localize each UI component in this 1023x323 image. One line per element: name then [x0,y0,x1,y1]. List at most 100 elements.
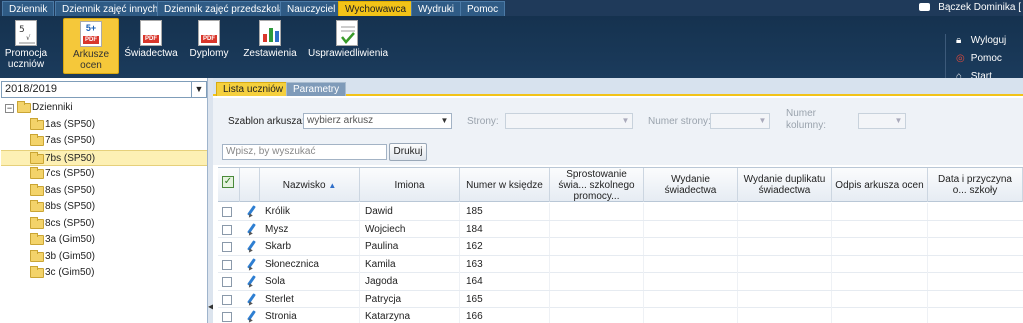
column-number-select[interactable]: ▼ [858,113,906,129]
cell-certificate-issue [644,290,738,308]
folder-icon [30,117,44,130]
cell-book-number: 166 [460,308,550,323]
cell-book-number: 165 [460,290,550,308]
edit-pencil-icon[interactable] [246,240,257,253]
column-number-label-2: kolumny: [786,120,827,131]
user-name[interactable]: Bączek Dominika [ [938,2,1021,13]
row-checkbox[interactable] [222,312,232,322]
folder-icon [30,200,44,212]
school-year-select[interactable]: 2018/2019 ▼ [1,81,207,98]
tree-item[interactable]: 7as (SP50) [1,133,207,150]
top-menu-bar: Dziennik Dziennik zajęć innych Dziennik … [0,0,1023,16]
tree-item[interactable]: 3b (Gim50) [1,249,207,266]
table-row[interactable]: Stronia Katarzyna 166 [218,308,1023,323]
cell-duplicate [738,290,832,308]
table-row[interactable]: Królik Dawid 185 [218,203,1023,221]
search-input[interactable]: Wpisz, by wyszukać [222,144,387,160]
report-icon [259,20,281,46]
menu-tab-pomoc[interactable]: Pomoc [460,1,506,16]
row-checkbox[interactable] [222,294,232,305]
promotion-button[interactable]: 5 √ Promocja uczniów [4,18,48,74]
tree-item[interactable]: 3a (Gim50) [1,232,207,249]
folder-icon [30,151,44,164]
cell-book-number: 184 [460,220,550,238]
tree-item[interactable]: 8as (SP50) [1,183,207,200]
edit-pencil-icon[interactable] [246,293,257,306]
edit-pencil-icon[interactable] [246,258,257,271]
edit-pencil-icon[interactable] [246,223,257,236]
column-header-duplicate[interactable]: Wydanie duplikatu świadectwa [738,168,832,202]
students-grid: ✓ Nazwisko ▲ Imiona Numer w księdze Spro… [218,167,1023,323]
tree-root[interactable]: − Dzienniki [1,100,207,117]
row-checkbox[interactable] [222,277,232,287]
cell-duplicate [738,273,832,290]
svg-text:√: √ [26,34,31,42]
table-row[interactable]: Mysz Wojciech 184 [218,220,1023,238]
menu-tab-dziennik-przedszkola[interactable]: Dziennik zajęć przedszkola [157,1,292,16]
pages-select[interactable]: ▼ [505,113,633,129]
cell-surname: Królik [265,203,360,220]
row-checkbox[interactable] [222,224,232,235]
tree-item[interactable]: 8cs (SP50) [1,216,207,233]
panel-tabs: Lista uczniów Parametry [213,78,1023,96]
tab-student-list[interactable]: Lista uczniów [216,82,291,96]
excuses-button[interactable]: Usprawiedliwienia [308,18,388,74]
column-header-correction[interactable]: Sprostowanie świa... szkolnego promocy..… [550,168,644,202]
print-button[interactable]: Drukuj [389,143,427,161]
column-header-sheet-copy[interactable]: Odpis arkusza ocen [832,168,928,202]
edit-pencil-icon[interactable] [246,205,257,218]
template-label: Szablon arkusza: [228,116,305,127]
menu-tab-wychowawca[interactable]: Wychowawca [338,1,414,16]
cell-names: Patrycja [365,290,460,308]
table-row[interactable]: Sterlet Patrycja 165 [218,290,1023,308]
column-header-names[interactable]: Imiona [360,168,460,202]
menu-tab-dziennik-zajec-innych[interactable]: Dziennik zajęć innych [55,1,166,16]
cell-correction [550,255,644,273]
pdf-certificate-icon: PDF [140,20,162,46]
menu-tab-wydruki[interactable]: Wydruki [411,1,462,16]
cell-correction [550,238,644,255]
edit-pencil-icon[interactable] [246,275,257,288]
tree-item[interactable]: 8bs (SP50) [1,199,207,216]
cell-duplicate [738,308,832,323]
column-header-book-number[interactable]: Numer w księdze [460,168,550,202]
select-all-header[interactable]: ✓ [218,168,240,202]
tree-item[interactable]: 7cs (SP50) [1,166,207,183]
select-all-checkbox-icon[interactable]: ✓ [222,176,234,188]
cell-correction [550,220,644,238]
tab-parameters[interactable]: Parametry [286,82,347,96]
grade-sheets-button[interactable]: 5+ PDF Arkusze ocen [63,18,119,74]
tree-item[interactable]: 1as (SP50) [1,117,207,134]
folder-icon [30,249,44,262]
help-action[interactable]: ◎ Pomoc [956,52,1002,66]
column-header-certificate-issue[interactable]: Wydanie świadectwa [644,168,738,202]
table-row[interactable]: Słonecznica Kamila 163 [218,255,1023,273]
column-header-leave-date[interactable]: Data i przyczyna o... szkoły [928,168,1023,202]
messages-icon[interactable] [919,3,931,12]
reports-button[interactable]: Zestawienia [242,18,298,74]
column-header-surname[interactable]: Nazwisko ▲ [260,168,360,202]
menu-tab-nauczyciel[interactable]: Nauczyciel [280,1,343,16]
template-select[interactable]: wybierz arkusz ▼ [303,113,452,129]
edit-pencil-icon[interactable] [246,310,257,323]
cell-correction [550,273,644,290]
cell-names: Wojciech [365,220,460,238]
cell-duplicate [738,255,832,273]
table-row[interactable]: Sola Jagoda 164 [218,273,1023,291]
folder-icon [30,266,44,278]
cell-duplicate [738,203,832,220]
folder-icon [30,216,44,229]
certificates-button[interactable]: PDF Świadectwa [124,18,178,74]
table-row[interactable]: Skarb Paulina 162 [218,238,1023,256]
logout-action[interactable]: 🔒︎ Wyloguj [956,34,1006,48]
tree-item-selected[interactable]: 7bs (SP50) [1,149,207,166]
menu-tab-dziennik[interactable]: Dziennik [2,1,55,16]
collapse-icon[interactable]: − [5,104,14,113]
tree-item[interactable]: 3c (Gim50) [1,265,207,282]
page-number-select[interactable]: ▼ [710,113,770,129]
row-checkbox[interactable] [222,259,232,270]
folder-icon [30,134,44,146]
row-checkbox[interactable] [222,207,232,217]
row-checkbox[interactable] [222,242,232,252]
diplomas-button[interactable]: PDF Dyplomy [186,18,232,74]
